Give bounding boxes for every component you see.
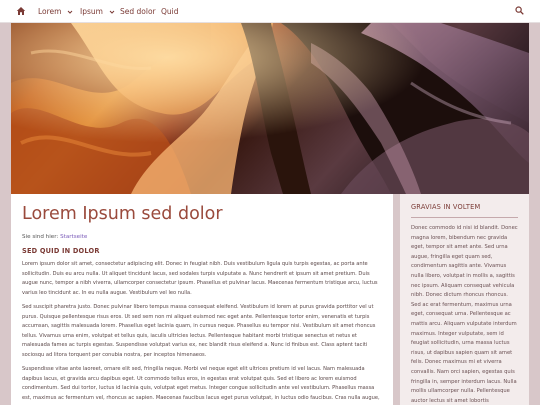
chevron-down-icon xyxy=(109,10,115,14)
home-icon[interactable] xyxy=(16,6,26,16)
section-title: SED QUID IN DOLOR xyxy=(22,247,100,255)
nav-item-label: Sed dolor xyxy=(120,7,156,16)
sidebar: GRAVIAS IN VOLTEM Donec commodo id nisi … xyxy=(400,194,529,405)
breadcrumb-link-startseite[interactable]: Startseite xyxy=(60,234,87,240)
hero-image xyxy=(11,23,529,194)
top-navigation: Lorem Ipsum Sed dolor Quid xyxy=(0,0,540,23)
nav-item-label: Ipsum xyxy=(80,7,103,16)
page-title: Lorem Ipsum sed dolor xyxy=(22,204,223,224)
breadcrumb: Sie sind hier: Startseite xyxy=(22,233,382,241)
breadcrumb-prefix: Sie sind hier: xyxy=(22,234,61,240)
paragraph: Sed suscipit pharetra justo. Donec pulvi… xyxy=(22,304,376,358)
page: Lorem Ipsum Sed dolor Quid Lorem Ipsum s… xyxy=(0,0,540,405)
nav-item-label: Lorem xyxy=(38,7,62,16)
nav-item-lorem[interactable]: Lorem xyxy=(38,0,73,23)
main-content: Lorem Ipsum sed dolor Sie sind hier: Sta… xyxy=(11,194,393,405)
nav-item-label: Quid xyxy=(161,7,179,16)
paragraph: Suspendisse vitae ante laoreet, ornare e… xyxy=(22,366,380,401)
sidebar-title: GRAVIAS IN VOLTEM xyxy=(411,203,518,218)
nav-item-quid[interactable]: Quid xyxy=(161,0,179,23)
nav-item-ipsum[interactable]: Ipsum xyxy=(80,0,115,23)
chevron-down-icon xyxy=(68,10,73,14)
canyon-photo xyxy=(11,23,529,194)
sidebar-text: Donec commodo id nisi id blandit. Donec … xyxy=(411,225,518,404)
paragraph: Lorem ipsum dolor sit amet, consectetur … xyxy=(22,261,378,296)
search-icon[interactable] xyxy=(515,6,524,15)
nav-item-sed-dolor[interactable]: Sed dolor xyxy=(120,0,156,23)
